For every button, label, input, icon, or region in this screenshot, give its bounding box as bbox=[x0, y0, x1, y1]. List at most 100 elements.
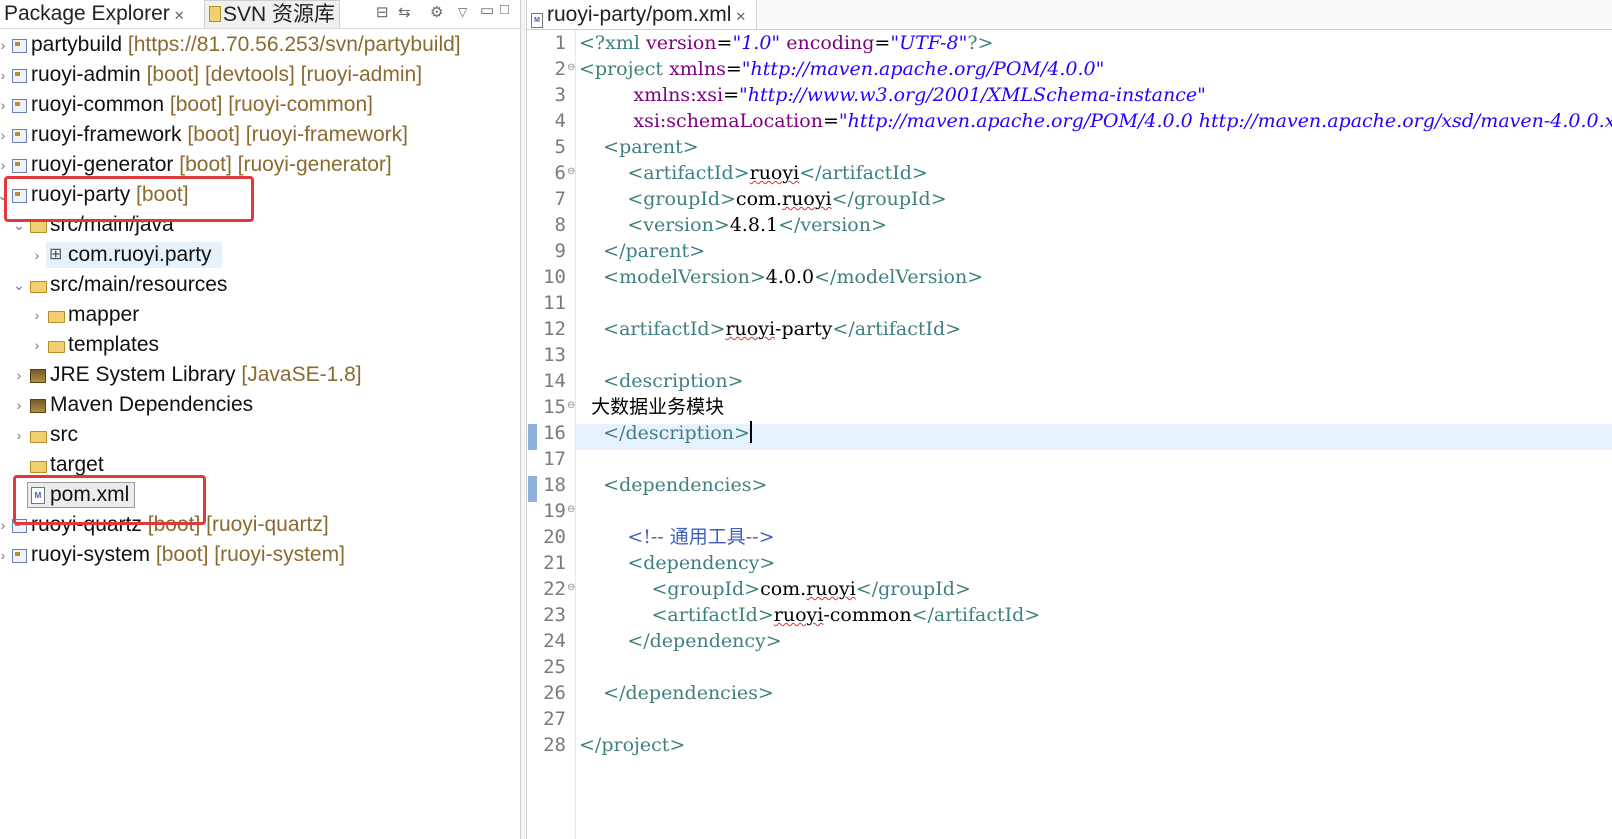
line-number: 8 bbox=[554, 214, 566, 236]
code-line-4: xsi:schemaLocation="http://maven.apache.… bbox=[633, 110, 1612, 132]
line-number: 10 bbox=[543, 266, 566, 288]
tree-item-decoration: [boot] [ruoyi-generator] bbox=[179, 153, 392, 176]
code-line-1: <?xml version="1.0" encoding="UTF-8"?> bbox=[579, 32, 994, 54]
line-number: 22 bbox=[543, 578, 566, 600]
view-menu-icon[interactable]: ▽ bbox=[458, 5, 467, 19]
folder-icon bbox=[48, 341, 65, 353]
line-number: 15 bbox=[543, 396, 566, 418]
tree-item-label: mapper bbox=[68, 303, 140, 326]
tree-item-label: ruoyi-generator bbox=[31, 153, 174, 176]
tab-svn-repository[interactable]: SVN 资源库 bbox=[204, 0, 341, 28]
line-number-gutter: 1 2 3 4 5 6 7 8 9 10 11 12 13 14 15 16 1… bbox=[538, 30, 575, 839]
tree-item-label: templates bbox=[68, 333, 160, 356]
line-number: 14 bbox=[543, 370, 566, 392]
quick-diff-marker bbox=[528, 424, 537, 450]
tree-item-label: ruoyi-system bbox=[31, 543, 151, 566]
tree-item-label: src/main/resources bbox=[50, 273, 228, 296]
tree-item-label: src bbox=[50, 423, 78, 446]
code-text-area[interactable]: <?xml version="1.0" encoding="UTF-8"?> <… bbox=[575, 30, 1612, 839]
library-icon bbox=[30, 399, 46, 413]
line-number: 6 bbox=[554, 162, 566, 184]
line-number: 26 bbox=[543, 682, 566, 704]
tree-item-label: ruoyi-common bbox=[31, 93, 165, 116]
line-number: 23 bbox=[543, 604, 566, 626]
code-line-2: <project xmlns="http://maven.apache.org/… bbox=[579, 58, 1105, 80]
collapse-arrow-icon[interactable]: ⌄ bbox=[12, 270, 26, 300]
svn-icon bbox=[209, 6, 221, 22]
tab-package-explorer[interactable]: Package Explorer ✕ bbox=[4, 0, 185, 28]
tree-item-label: partybuild bbox=[31, 33, 123, 56]
maximize-icon[interactable]: □ bbox=[500, 1, 509, 18]
maven-project-icon bbox=[12, 129, 27, 143]
code-line-5: <parent> bbox=[603, 136, 699, 158]
line-number: 24 bbox=[543, 630, 566, 652]
left-tab-bar: Package Explorer ✕ SVN 资源库 ⊟ ⇆ ⚙ ▽ ▭ □ bbox=[0, 0, 520, 29]
source-folder-icon bbox=[30, 281, 47, 293]
code-line-24: </dependency> bbox=[627, 630, 782, 652]
code-line-12: <artifactId>ruoyi-party</artifactId> bbox=[603, 318, 962, 340]
editor-tab-title: ruoyi-party/pom.xml bbox=[547, 3, 732, 26]
code-line-26: </dependencies> bbox=[603, 682, 774, 704]
xml-file-icon: M bbox=[531, 13, 543, 28]
maven-project-icon bbox=[12, 159, 27, 173]
line-number: 28 bbox=[543, 734, 566, 756]
close-icon[interactable]: ✕ bbox=[735, 9, 746, 24]
line-number: 16 bbox=[543, 422, 566, 444]
folder-icon bbox=[48, 311, 65, 323]
highlight-box-pom-xml bbox=[13, 475, 206, 525]
link-with-editor-icon[interactable]: ⇆ bbox=[398, 3, 411, 21]
tree-item-decoration: [https://81.70.56.253/svn/partybuild] bbox=[127, 33, 461, 56]
code-line-18: <dependencies> bbox=[603, 474, 768, 496]
line-number: 9 bbox=[554, 240, 566, 262]
tab-svn-label: SVN 资源库 bbox=[223, 3, 336, 26]
panel-splitter[interactable] bbox=[520, 0, 527, 839]
code-line-28: </project> bbox=[579, 734, 686, 756]
tab-pom-xml[interactable]: Mruoyi-party/pom.xml ✕ bbox=[527, 0, 758, 29]
expand-arrow-icon[interactable]: › bbox=[30, 330, 44, 360]
line-number: 5 bbox=[554, 136, 566, 158]
quick-diff-marker bbox=[528, 476, 537, 502]
source-folder-icon bbox=[30, 221, 47, 233]
minimize-icon[interactable]: ▭ bbox=[480, 1, 494, 19]
line-number: 2 bbox=[554, 58, 566, 80]
code-line-22: <groupId>com.ruoyi</groupId> bbox=[651, 578, 971, 600]
expand-arrow-icon[interactable]: › bbox=[30, 240, 44, 270]
code-line-7: <groupId>com.ruoyi</groupId> bbox=[627, 188, 947, 210]
tree-item-label: com.ruoyi.party bbox=[68, 243, 212, 266]
tree-item-decoration: [boot] [devtools] [ruoyi-admin] bbox=[146, 63, 423, 86]
expand-arrow-icon[interactable]: › bbox=[0, 30, 10, 60]
line-number: 13 bbox=[543, 344, 566, 366]
line-number: 4 bbox=[554, 110, 566, 132]
expand-arrow-icon[interactable]: › bbox=[0, 120, 10, 150]
line-number: 19 bbox=[543, 500, 566, 522]
expand-arrow-icon[interactable]: › bbox=[12, 390, 26, 420]
expand-arrow-icon[interactable]: › bbox=[0, 90, 10, 120]
line-number: 12 bbox=[543, 318, 566, 340]
expand-arrow-icon[interactable]: › bbox=[0, 540, 10, 570]
code-line-15: 大数据业务模块 bbox=[591, 396, 725, 418]
code-line-9: </parent> bbox=[603, 240, 706, 262]
tree-item-label: ruoyi-framework bbox=[31, 123, 182, 146]
package-icon: ⊞ bbox=[49, 246, 63, 263]
expand-arrow-icon[interactable]: › bbox=[0, 510, 10, 540]
editor-tab-bar: Mruoyi-party/pom.xml ✕ bbox=[527, 0, 1612, 30]
text-cursor bbox=[749, 421, 752, 443]
close-icon[interactable]: ✕ bbox=[174, 8, 185, 23]
expand-arrow-icon[interactable]: › bbox=[12, 420, 26, 450]
maven-project-icon bbox=[12, 99, 27, 113]
line-number: 3 bbox=[554, 84, 566, 106]
folder-icon bbox=[30, 461, 47, 473]
collapse-all-icon[interactable]: ⊟ bbox=[376, 3, 389, 21]
expand-arrow-icon[interactable]: › bbox=[30, 300, 44, 330]
tree-item-label: Maven Dependencies bbox=[50, 393, 254, 416]
tree-item-label: JRE System Library bbox=[50, 363, 236, 386]
xml-editor: Mruoyi-party/pom.xml ✕ 1 2 3 4 5 6 7 8 9 … bbox=[527, 0, 1612, 839]
tree-item-decoration: [boot] [ruoyi-common] bbox=[169, 93, 373, 116]
expand-arrow-icon[interactable]: › bbox=[12, 360, 26, 390]
line-number: 11 bbox=[543, 292, 566, 314]
code-line-16: </description> bbox=[603, 421, 752, 444]
tree-item-decoration: [boot] [ruoyi-framework] bbox=[187, 123, 408, 146]
settings-icon[interactable]: ⚙ bbox=[430, 3, 443, 21]
code-line-20: <!-- 通用工具--> bbox=[627, 526, 775, 548]
expand-arrow-icon[interactable]: › bbox=[0, 60, 10, 90]
